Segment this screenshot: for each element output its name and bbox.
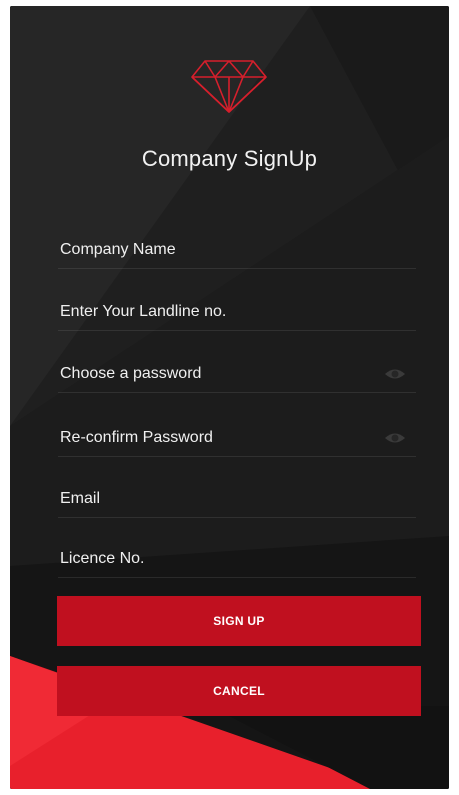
page-title: Company SignUp: [141, 146, 318, 171]
sign-up-button[interactable]: SIGN UP: [57, 596, 421, 646]
cancel-button[interactable]: CANCEL: [57, 666, 421, 716]
landline-field: [58, 297, 416, 331]
eye-icon[interactable]: [384, 429, 406, 447]
company-name-input[interactable]: [60, 235, 360, 265]
signup-screen: Company SignUp SIGN UP CANCEL: [10, 6, 449, 789]
confirm-password-input[interactable]: [60, 423, 360, 453]
email-field: [58, 484, 416, 518]
landline-input[interactable]: [60, 297, 360, 327]
licence-field: [58, 544, 416, 578]
diamond-logo-icon: [191, 60, 267, 113]
company-name-field: [58, 235, 416, 269]
licence-input[interactable]: [60, 544, 360, 574]
confirm-password-field: [58, 423, 416, 457]
email-input[interactable]: [60, 484, 360, 514]
eye-icon[interactable]: [384, 365, 406, 383]
password-field: [58, 359, 416, 393]
password-input[interactable]: [60, 359, 360, 389]
